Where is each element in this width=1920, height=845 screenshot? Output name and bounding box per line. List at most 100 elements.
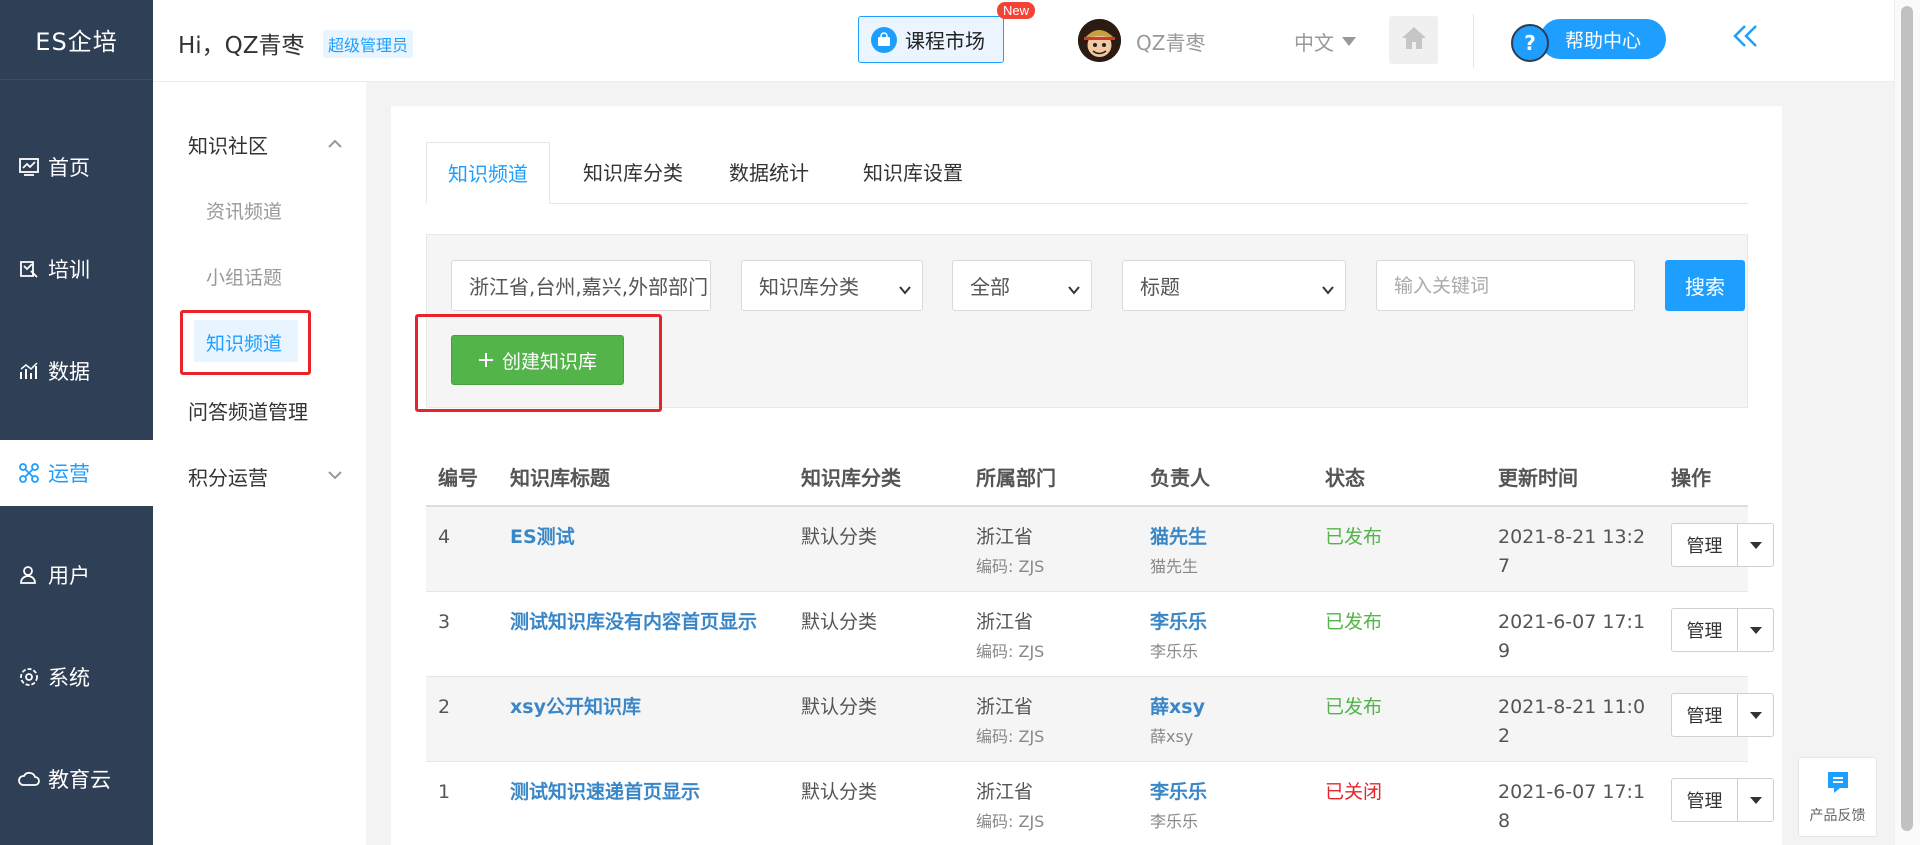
column-header: 知识库标题	[510, 466, 610, 490]
cell-owner: 薛xsy 薛xsy	[1150, 693, 1205, 751]
owner-sub: 薛xsy	[1150, 727, 1194, 746]
manage-dropdown-toggle[interactable]	[1738, 694, 1773, 736]
manage-button[interactable]: 管理	[1672, 779, 1738, 821]
search-field-value: 标题	[1140, 275, 1180, 299]
manage-button-group: 管理	[1671, 608, 1774, 652]
brand-logo[interactable]: ES企培	[0, 0, 153, 80]
manage-dropdown-toggle[interactable]	[1738, 609, 1773, 651]
avatar[interactable]	[1078, 19, 1121, 62]
column-header: 负责人	[1150, 466, 1210, 490]
nav-item-label: 数据	[48, 360, 90, 384]
tab-settings[interactable]: 知识库设置	[863, 142, 963, 204]
user-icon	[16, 562, 42, 588]
department-select-field[interactable]: 浙江省,台州,嘉兴,外部部门	[451, 260, 711, 311]
feedback-label: 产品反馈	[1809, 808, 1866, 824]
column-header: 操作	[1671, 466, 1711, 490]
status-select[interactable]: 全部	[952, 260, 1092, 311]
time-line1: 2021-8-21 13:2	[1498, 526, 1646, 548]
manage-button[interactable]: 管理	[1672, 694, 1738, 736]
language-select[interactable]: 中文	[1294, 27, 1356, 56]
cell-owner: 李乐乐 李乐乐	[1150, 608, 1207, 666]
column-header: 知识库分类	[801, 466, 901, 490]
tab-knowledge-category[interactable]: 知识库分类	[583, 142, 683, 204]
owner-name[interactable]: 薛xsy	[1150, 696, 1205, 718]
home-icon	[1400, 25, 1428, 55]
training-icon	[16, 256, 42, 282]
submenu-item-group-topics[interactable]: 小组话题	[206, 263, 282, 290]
caret-down-icon	[1342, 37, 1356, 46]
table-header: 编号 知识库标题 知识库分类 所属部门 负责人 状态 更新时间 操作	[426, 442, 1748, 507]
nav-item-system[interactable]: 系统	[0, 644, 153, 710]
nav-item-data[interactable]: 数据	[0, 338, 153, 404]
nav-item-label: 培训	[48, 258, 90, 282]
owner-name[interactable]: 猫先生	[1150, 526, 1207, 548]
keyword-input[interactable]	[1376, 260, 1635, 311]
chart-icon	[16, 358, 42, 384]
home-button[interactable]	[1389, 16, 1438, 64]
cell-category: 默认分类	[801, 526, 878, 548]
cell-title-link[interactable]: ES测试	[510, 523, 780, 552]
tab-knowledge-channel[interactable]: 知识频道	[426, 142, 550, 204]
owner-sub: 李乐乐	[1150, 642, 1199, 661]
collapse-sidebar-icon[interactable]	[1730, 22, 1760, 52]
caret-down-icon	[1749, 626, 1762, 634]
cell-category: 默认分类	[801, 781, 878, 803]
department-name: 浙江省	[976, 526, 1034, 548]
chevron-down-icon	[1321, 278, 1335, 295]
status-badge: 已关闭	[1325, 781, 1383, 803]
category-select-value: 知识库分类	[759, 275, 859, 299]
search-button[interactable]: 搜索	[1665, 260, 1745, 311]
nav-item-users[interactable]: 用户	[0, 542, 153, 608]
nav-item-home[interactable]: 首页	[0, 134, 153, 200]
owner-name[interactable]: 李乐乐	[1150, 781, 1207, 803]
category-select[interactable]: 知识库分类	[741, 260, 923, 311]
page-scrollbar[interactable]	[1894, 0, 1920, 845]
cell-id: 3	[438, 611, 451, 633]
nav-item-training[interactable]: 培训	[0, 236, 153, 302]
cell-owner: 猫先生 猫先生	[1150, 523, 1207, 581]
cell-updated-time: 2021-6-07 17:1 9	[1498, 608, 1645, 666]
help-center-button[interactable]: 帮助中心	[1540, 19, 1666, 59]
department-name: 浙江省	[976, 696, 1034, 718]
operations-icon	[16, 460, 42, 486]
cell-department: 浙江省编码: ZJS	[976, 523, 1044, 581]
header-divider	[1473, 14, 1474, 68]
department-code: 编码: ZJS	[976, 727, 1045, 746]
cell-category: 默认分类	[801, 611, 878, 633]
username[interactable]: QZ青枣	[1136, 27, 1205, 56]
caret-down-icon	[1749, 796, 1762, 804]
submenu-group-qa[interactable]: 问答频道管理	[188, 396, 308, 425]
search-field-select[interactable]: 标题	[1122, 260, 1346, 311]
department-code: 编码: ZJS	[976, 557, 1045, 576]
time-line1: 2021-6-07 17:1	[1498, 611, 1646, 633]
cell-title-link[interactable]: 测试知识速递首页显示	[510, 778, 780, 807]
submenu-group-knowledge-community[interactable]: 知识社区	[188, 130, 268, 159]
submenu-item-news[interactable]: 资讯频道	[206, 197, 282, 224]
help-icon[interactable]: ?	[1511, 24, 1549, 62]
chevron-down-icon[interactable]	[325, 465, 345, 485]
time-line1: 2021-6-07 17:1	[1498, 781, 1646, 803]
manage-button[interactable]: 管理	[1672, 524, 1738, 566]
chevron-up-icon[interactable]	[325, 134, 345, 154]
column-header: 编号	[438, 466, 478, 490]
owner-name[interactable]: 李乐乐	[1150, 611, 1207, 633]
scrollbar-thumb[interactable]	[1901, 6, 1913, 831]
nav-item-edu-cloud[interactable]: 教育云	[0, 746, 153, 812]
department-code: 编码: ZJS	[976, 812, 1045, 831]
manage-dropdown-toggle[interactable]	[1738, 524, 1773, 566]
product-feedback-button[interactable]: 产品反馈	[1798, 757, 1877, 837]
cell-title-link[interactable]: xsy公开知识库	[510, 693, 780, 722]
manage-button-group: 管理	[1671, 523, 1774, 567]
manage-dropdown-toggle[interactable]	[1738, 779, 1773, 821]
time-line2: 9	[1498, 640, 1511, 662]
submenu-group-points[interactable]: 积分运营	[188, 462, 268, 491]
column-header: 更新时间	[1498, 466, 1578, 490]
status-badge: 已发布	[1325, 526, 1383, 548]
course-market-button[interactable]: 课程市场	[858, 16, 1004, 63]
nav-item-operations[interactable]: 运营	[0, 440, 153, 506]
cell-title-link[interactable]: 测试知识库没有内容首页显示	[510, 608, 780, 637]
cell-id: 4	[438, 526, 451, 548]
manage-button[interactable]: 管理	[1672, 609, 1738, 651]
main-content: 知识频道 知识库分类 数据统计 知识库设置 浙江省,台州,嘉兴,外部部门 知识库…	[391, 106, 1782, 845]
tab-statistics[interactable]: 数据统计	[729, 142, 809, 204]
